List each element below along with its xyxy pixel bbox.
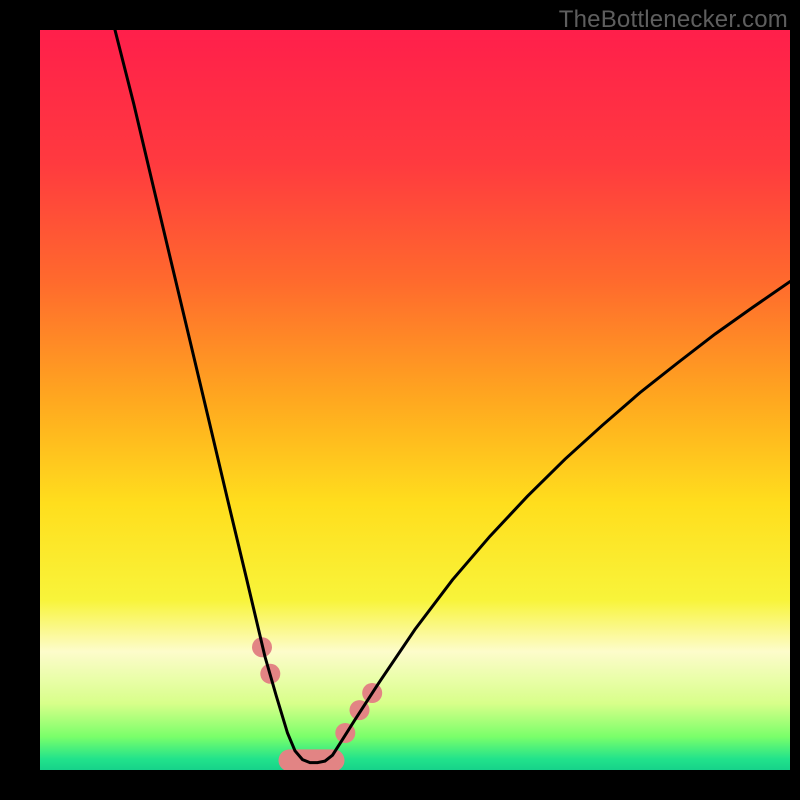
chart-frame: TheBottlenecker.com bbox=[0, 0, 800, 800]
plot-area bbox=[40, 30, 790, 770]
chart-canvas bbox=[40, 30, 790, 770]
highlight-dots bbox=[252, 637, 382, 743]
bottleneck-curve bbox=[115, 30, 790, 763]
watermark-label: TheBottlenecker.com bbox=[559, 6, 788, 34]
